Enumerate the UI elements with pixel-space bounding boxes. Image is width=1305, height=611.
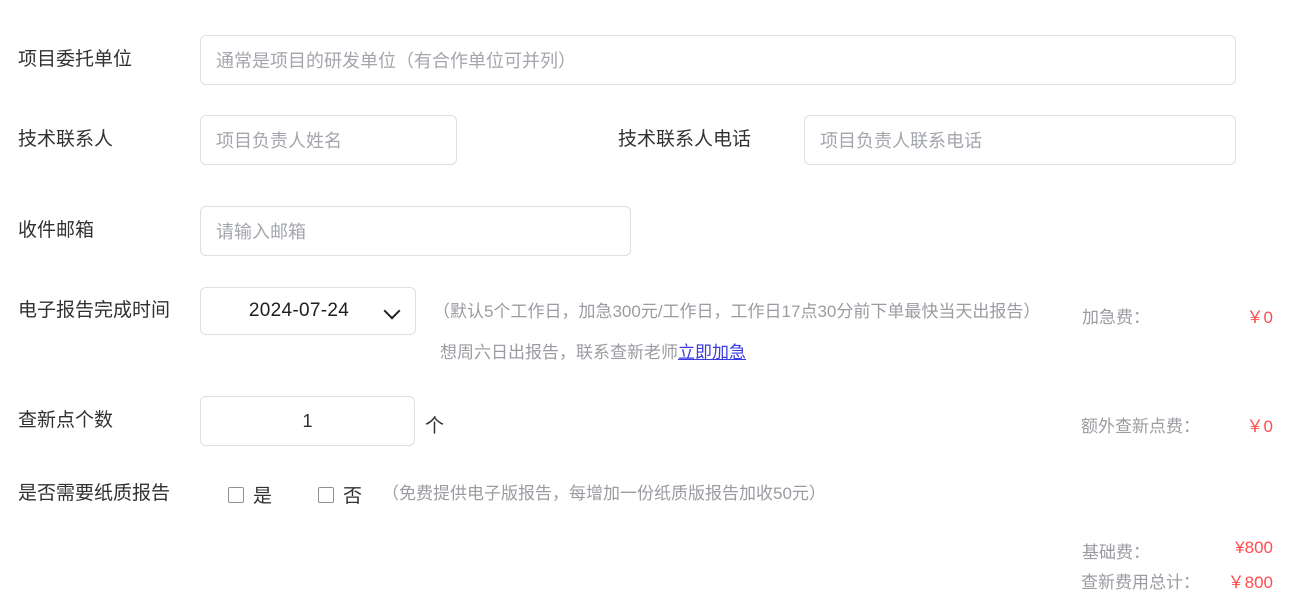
label-entrust-unit: 项目委托单位	[18, 49, 133, 70]
fee-value-total: ￥800	[1227, 573, 1273, 592]
hint-report-date-line2-text: 想周六日出报告，联系查新老师	[440, 343, 678, 362]
select-report-completion-date[interactable]: 2024-07-24	[200, 287, 416, 335]
input-tech-contact-name[interactable]: 项目负责人姓名	[200, 115, 457, 165]
fee-value-base: ¥800	[1235, 538, 1273, 557]
fee-label-base: 基础费：	[1082, 543, 1150, 562]
label-report-date: 电子报告完成时间	[18, 300, 171, 321]
fee-label-total: 查新费用总计：	[1081, 573, 1200, 592]
hint-report-date-line2: 想周六日出报告，联系查新老师立即加急	[440, 341, 746, 365]
checkbox-paper-report-no[interactable]: 否	[318, 481, 362, 508]
fee-value-extra-points: ￥0	[1246, 417, 1273, 436]
label-email: 收件邮箱	[18, 220, 95, 241]
select-report-completion-date-value: 2024-07-24	[248, 300, 350, 321]
hint-report-date-line1: （默认5个工作日，加急300元/工作日，工作日17点30分前下单最快当天出报告）	[433, 302, 1041, 321]
label-tech-contact: 技术联系人	[18, 129, 114, 150]
novelty-search-order-form: 项目委托单位 通常是项目的研发单位（有合作单位可并列） 技术联系人 项目负责人姓…	[0, 0, 1305, 611]
input-entrust-unit-placeholder: 通常是项目的研发单位（有合作单位可并列）	[216, 51, 576, 71]
input-novelty-points-count[interactable]: 1	[200, 396, 415, 446]
chevron-down-icon	[385, 303, 401, 319]
input-entrust-unit[interactable]: 通常是项目的研发单位（有合作单位可并列）	[200, 35, 1236, 85]
label-need-paper-report: 是否需要纸质报告	[18, 483, 171, 504]
input-tech-contact-phone[interactable]: 项目负责人联系电话	[804, 115, 1236, 165]
input-tech-contact-name-placeholder: 项目负责人姓名	[216, 131, 342, 151]
input-tech-contact-phone-placeholder: 项目负责人联系电话	[820, 131, 982, 151]
fee-label-rush: 加急费：	[1082, 308, 1150, 327]
input-email-placeholder: 请输入邮箱	[216, 222, 306, 242]
checkbox-yes-box[interactable]	[228, 486, 244, 503]
hint-paper-report: （免费提供电子版报告，每增加一份纸质版报告加收50元）	[382, 484, 826, 503]
checkbox-yes-label: 是	[253, 486, 273, 507]
link-rush-now[interactable]: 立即加急	[678, 343, 746, 362]
label-tech-contact-phone: 技术联系人电话	[618, 129, 752, 150]
input-email[interactable]: 请输入邮箱	[200, 206, 631, 256]
label-novelty-points: 查新点个数	[18, 410, 114, 431]
fee-label-extra-points: 额外查新点费：	[1081, 417, 1200, 436]
checkbox-no-label: 否	[343, 486, 363, 507]
checkbox-no-box[interactable]	[318, 486, 334, 503]
fee-value-rush: ￥0	[1246, 308, 1273, 327]
unit-novelty-points: 个	[425, 416, 445, 437]
checkbox-paper-report-yes[interactable]: 是	[228, 481, 272, 508]
input-novelty-points-count-value: 1	[302, 410, 313, 431]
